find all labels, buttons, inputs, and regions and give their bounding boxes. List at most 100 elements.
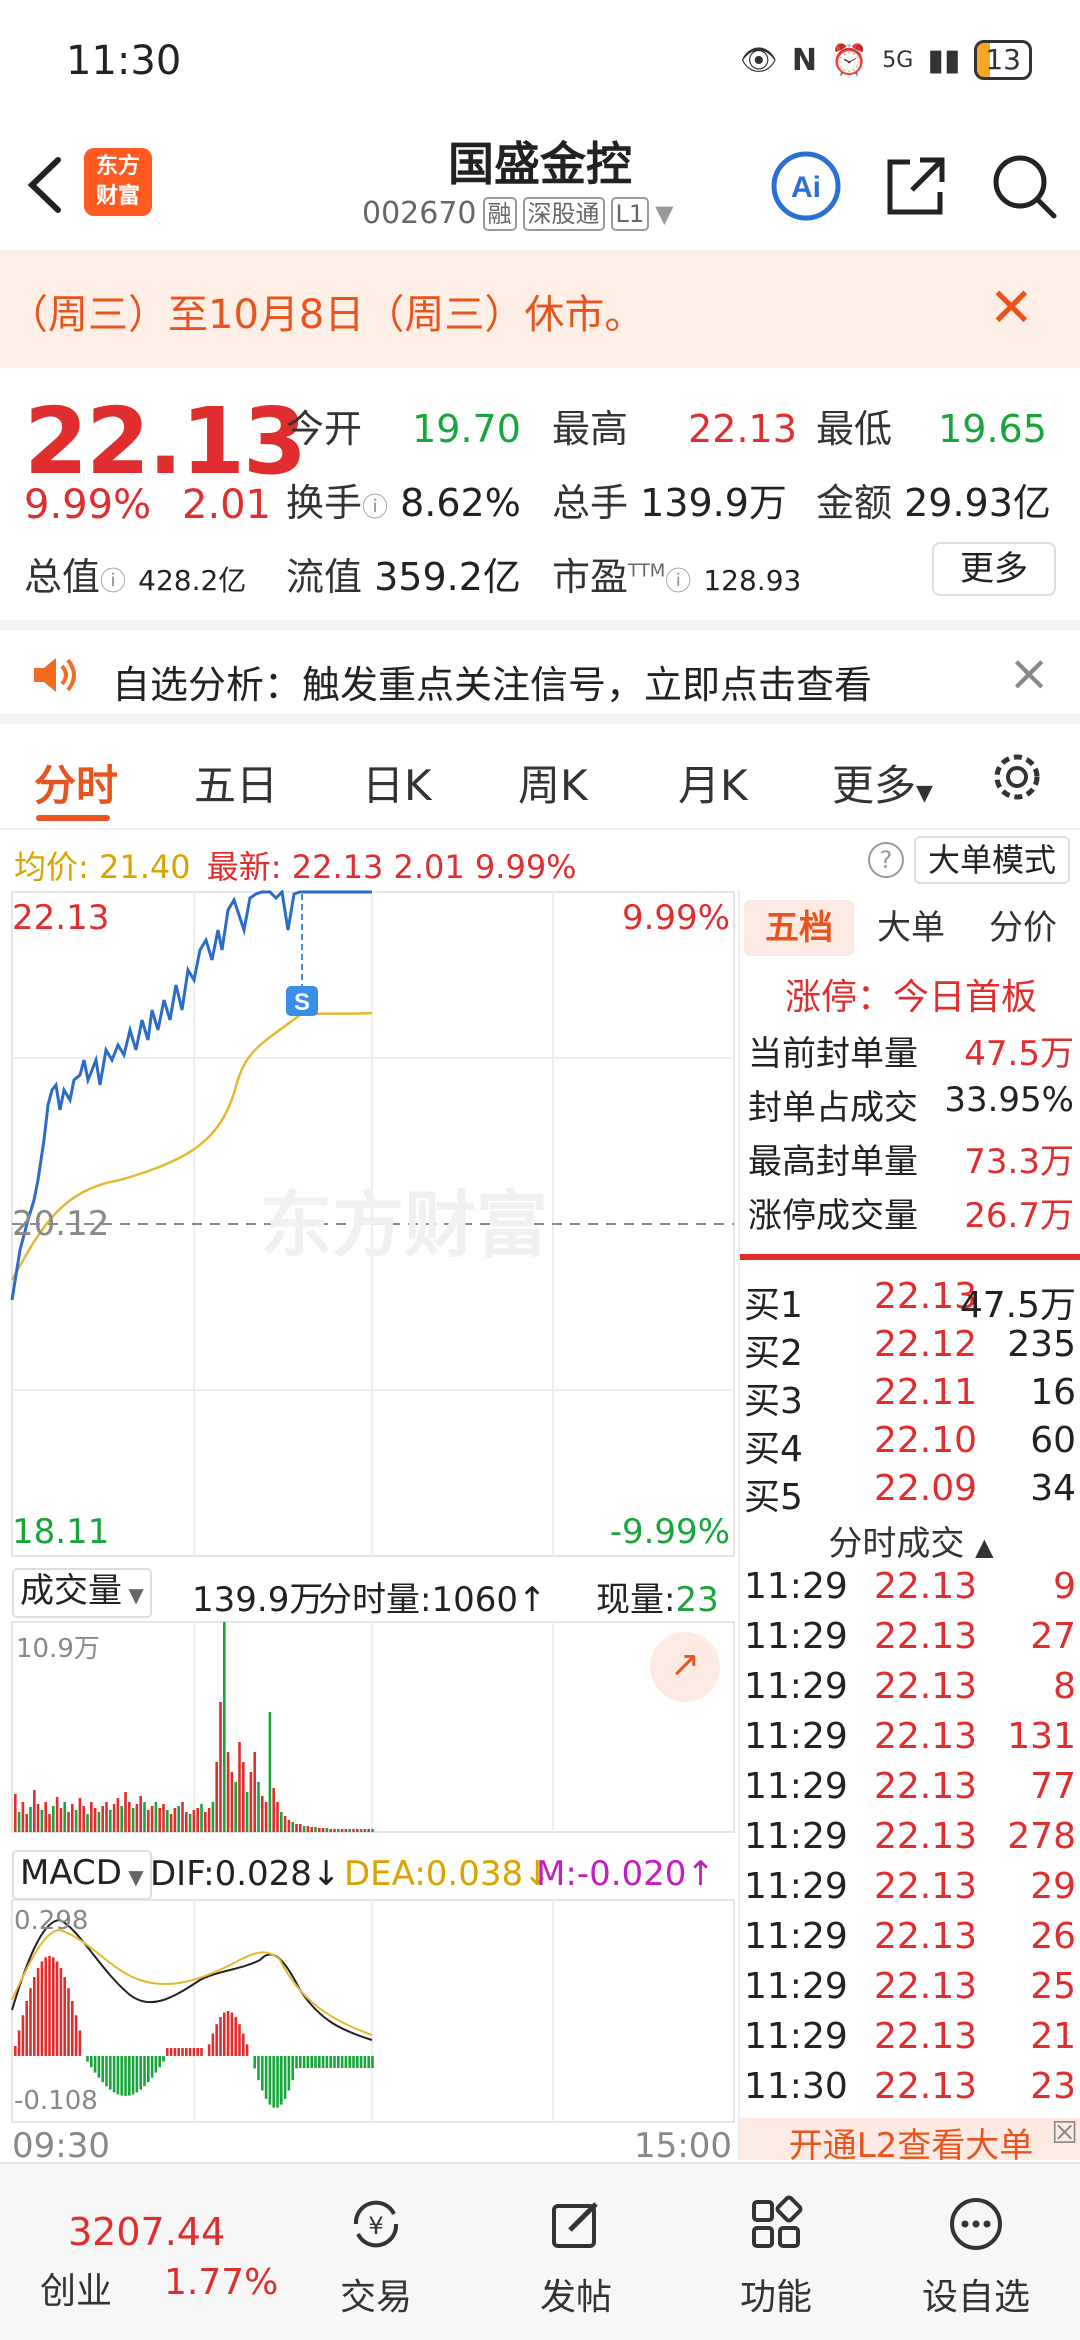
caret-down-icon: ▼ (916, 781, 933, 806)
close-icon[interactable]: ✕ (989, 276, 1034, 339)
index-pct[interactable]: 1.77% (164, 2262, 278, 2303)
macd-bar (207, 2044, 211, 2056)
macd-bar (264, 2056, 268, 2099)
volume-bar (310, 1827, 313, 1832)
volume-bar (287, 1820, 291, 1832)
volume-bar (207, 1808, 211, 1832)
stock-code-row[interactable]: 002670 融 深股通 L1 ▼ (362, 196, 674, 231)
tab-price-dist[interactable]: 分价 (968, 900, 1078, 956)
volume-bar (55, 1797, 59, 1832)
volume-bar (116, 1798, 120, 1832)
tab-monthly-k[interactable]: 月K (678, 752, 748, 813)
tab-intraday[interactable]: 分时 (34, 752, 118, 813)
volume-bar (238, 1742, 241, 1832)
nav-functions[interactable]: 功能 (706, 2194, 846, 2320)
tab-daily-k[interactable]: 日K (362, 752, 432, 813)
volume-bar (337, 1829, 340, 1832)
macd-bar (329, 2056, 332, 2068)
gear-icon[interactable] (990, 750, 1044, 804)
macd-bar (55, 1961, 59, 2056)
tab-five-level[interactable]: 五档 (744, 900, 854, 956)
macd-bar (71, 2001, 74, 2056)
info-icon[interactable]: ⓘ (100, 567, 126, 597)
share-icon[interactable] (880, 150, 952, 222)
volume-bar (17, 1812, 21, 1832)
l2-upgrade-banner[interactable]: 开通L2查看大单 ☒ (740, 2118, 1080, 2160)
bid-row[interactable]: 买5 22.09 34 (744, 1468, 1076, 1520)
trade-time: 11:29 (744, 1666, 848, 1707)
high-label: 最高 (552, 407, 629, 451)
volume-bar (302, 1826, 306, 1832)
tab-more[interactable]: 更多▼ (832, 752, 933, 813)
trade-price: 22.13 (874, 1866, 978, 1907)
pct-bottom-label: -9.99% (609, 1512, 730, 1552)
index-value[interactable]: 3207.44 (68, 2210, 225, 2254)
macd-bar (299, 2056, 302, 2068)
more-button[interactable]: 更多 (932, 542, 1056, 596)
search-icon[interactable] (988, 150, 1060, 222)
macd-bar (25, 2001, 28, 2056)
help-icon[interactable]: ? (868, 842, 904, 878)
edit-icon (552, 2202, 598, 2248)
tab-5day[interactable]: 五日 (194, 752, 278, 813)
high-value: 22.13 (688, 407, 797, 451)
m-value: -0.020 (576, 1854, 687, 1894)
macd-indicator-select[interactable]: MACD ▼ (12, 1850, 152, 1900)
macd-bar (139, 2056, 142, 2090)
macd-header: MACD ▼ DIF:0.028↓ DEA:0.038↓ M:-0.020↑ (0, 1848, 736, 1900)
chart-tabs: 分时 五日 日K 周K 月K 更多▼ (0, 730, 1080, 830)
volume-bar (264, 1802, 268, 1832)
trade-time: 11:30 (744, 2066, 848, 2107)
status-bar: 11:30 👁 N ⏰ 5G ▮▮ 13 (0, 0, 1080, 120)
tab-weekly-k[interactable]: 周K (518, 752, 588, 813)
close-icon[interactable]: ☒ (1051, 2118, 1078, 2151)
price-summary-line: 均价: 21.40 最新: 22.13 2.01 9.99% ? 大单模式 (0, 832, 1080, 888)
minute-volume-value: 1060 (431, 1580, 518, 1620)
macd-bar (17, 2030, 21, 2056)
macd-bar (93, 2056, 97, 2073)
volume-bar (177, 1806, 180, 1832)
info-icon[interactable]: ⓘ (362, 493, 388, 523)
volume-bar (14, 1794, 17, 1832)
bid-row[interactable]: 买2 22.12 235 (744, 1324, 1076, 1376)
macd-bar (363, 2056, 367, 2068)
expand-icon[interactable]: ↗ (650, 1632, 720, 1702)
nav-add-watchlist[interactable]: 设自选 (906, 2194, 1046, 2320)
nav-trade[interactable]: ¥ 交易 (306, 2194, 446, 2320)
price-top-label: 22.13 (12, 898, 110, 938)
tab-big-order[interactable]: 大单 (856, 900, 966, 956)
macd-bar (257, 2056, 260, 2081)
bid-row[interactable]: 买4 22.10 60 (744, 1420, 1076, 1472)
nav-post[interactable]: 发帖 (506, 2194, 646, 2320)
info-icon[interactable]: ⓘ (665, 567, 691, 597)
macd-bar (371, 2056, 374, 2068)
volume-bar (192, 1810, 196, 1832)
volume-bar (139, 1796, 142, 1832)
macd-bar (325, 2056, 329, 2068)
trade-qty: 21 (1030, 2016, 1076, 2057)
macd-bar (158, 2056, 161, 2068)
close-icon[interactable]: × (1008, 644, 1050, 702)
open-value: 19.70 (412, 407, 521, 451)
ai-icon[interactable]: Ai (770, 150, 842, 222)
watchlist-analysis-bar[interactable]: 自选分析：触发重点关注信号，立即点击查看 × (0, 620, 1080, 724)
trade-time: 11:29 (744, 2016, 848, 2057)
volume-indicator-select[interactable]: 成交量 ▼ (12, 1568, 152, 1618)
bid-row[interactable]: 买1 22.13 47.5万 (744, 1276, 1076, 1328)
trades-heading[interactable]: 分时成交 ▲ (740, 1516, 1080, 1565)
index-name[interactable]: 创业 (40, 2262, 112, 2314)
speaker-icon (34, 658, 76, 692)
macd-bar (337, 2056, 340, 2068)
avg-value: 21.40 (98, 848, 191, 886)
volume-bar (59, 1808, 63, 1832)
big-order-mode-button[interactable]: 大单模式 (914, 836, 1070, 884)
bid-row[interactable]: 买3 22.11 16 (744, 1372, 1076, 1424)
back-arrow-icon[interactable] (22, 150, 72, 220)
current-volume-label: 现量: (596, 1580, 676, 1620)
volume-bar (283, 1816, 287, 1832)
l2-banner-text: 开通L2查看大单 (788, 2126, 1034, 2160)
volume-bar (211, 1802, 215, 1832)
volume-bar (234, 1782, 237, 1832)
intraday-chart[interactable]: 东方财富 S 22.13 9.99% 20.12 18.11 -9.99% 成交… (0, 890, 736, 2166)
chevron-down-icon: ▼ (655, 199, 674, 228)
